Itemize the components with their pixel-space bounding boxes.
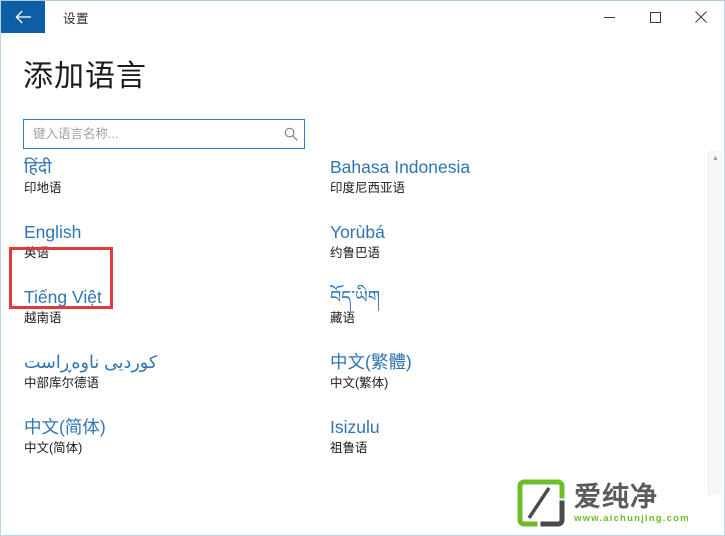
back-arrow-icon [14,10,31,24]
language-native: བོད་ཡིག [330,287,381,307]
language-translated: 英语 [24,246,50,260]
language-translated: 藏语 [330,311,356,325]
list-item-isizulu[interactable]: Isizulu 祖鲁语 [330,415,683,480]
language-native: Bahasa Indonesia [330,157,471,177]
scroll-up-arrow-icon[interactable]: ▲ [709,151,722,165]
page-title: 添加语言 [23,60,147,93]
search-box[interactable] [23,119,305,149]
language-grid: हिंदी 印地语 Bahasa Indonesia 印度尼西亚语 Englis… [2,149,723,480]
vertical-scrollbar[interactable]: ▲ [708,151,722,495]
list-item-bahasa-indonesia[interactable]: Bahasa Indonesia 印度尼西亚语 [330,155,683,220]
language-translated: 印度尼西亚语 [330,181,406,195]
minimize-icon [603,16,615,18]
language-list-area[interactable]: हिंदी 印地语 Bahasa Indonesia 印度尼西亚语 Englis… [2,149,723,527]
list-item-vietnamese[interactable]: Tiếng Việt 越南语 [24,285,330,350]
list-item-tibetan[interactable]: བོད་ཡིག 藏语 [330,285,683,350]
app-title: 设置 [63,11,90,26]
close-button[interactable] [678,1,724,33]
magnifier-icon [284,127,298,141]
maximize-button[interactable] [632,1,678,33]
watermark-text: 爱纯净 www.aichunjing.com [574,482,690,525]
aichunjing-logo-icon [517,479,565,527]
list-item-chinese-simplified[interactable]: 中文(简体) 中文(简体) [24,415,330,480]
search-input[interactable] [24,120,278,148]
back-button[interactable] [1,1,45,33]
watermark: 爱纯净 www.aichunjing.com [517,479,690,527]
search-icon[interactable] [278,127,304,141]
list-item-central-kurdish[interactable]: كوردیی ناوەڕاست 中部库尔德语 [24,350,330,415]
language-translated: 中文(繁体) [330,376,389,390]
language-native: كوردیی ناوەڕاست [24,352,158,372]
language-translated: 约鲁巴语 [330,246,381,260]
close-icon [695,11,707,23]
maximize-icon [649,11,661,23]
language-native: हिंदी [24,157,52,177]
language-native: 中文(繁體) [330,352,412,372]
watermark-brand: 爱纯净 [574,481,658,512]
language-translated: 中文(简体) [24,441,83,455]
language-native: Tiếng Việt [24,287,102,307]
window-controls [586,1,724,33]
list-item-hindi[interactable]: हिंदी 印地语 [24,155,330,220]
minimize-button[interactable] [586,1,632,33]
language-native: Isizulu [330,417,380,437]
language-translated: 印地语 [24,181,62,195]
language-translated: 中部库尔德语 [24,376,100,390]
title-bar: 设置 [1,1,724,33]
list-item-chinese-traditional[interactable]: 中文(繁體) 中文(繁体) [330,350,683,415]
list-item-english[interactable]: English 英语 [24,220,330,285]
language-list-inner: हिंदी 印地语 Bahasa Indonesia 印度尼西亚语 Englis… [2,149,723,480]
language-translated: 祖鲁语 [330,441,368,455]
list-item-yoruba[interactable]: Yorùbá 约鲁巴语 [330,220,683,285]
language-native: Yorùbá [330,222,385,242]
scrollbar-track[interactable] [709,165,722,495]
language-native: 中文(简体) [24,417,106,437]
settings-window: 设置 添加语言 键入语言名称... हिंदी 印地语 Bahasa Indon… [0,0,725,536]
language-native: English [24,222,82,242]
language-translated: 越南语 [24,311,62,325]
watermark-url: www.aichunjing.com [574,512,690,524]
